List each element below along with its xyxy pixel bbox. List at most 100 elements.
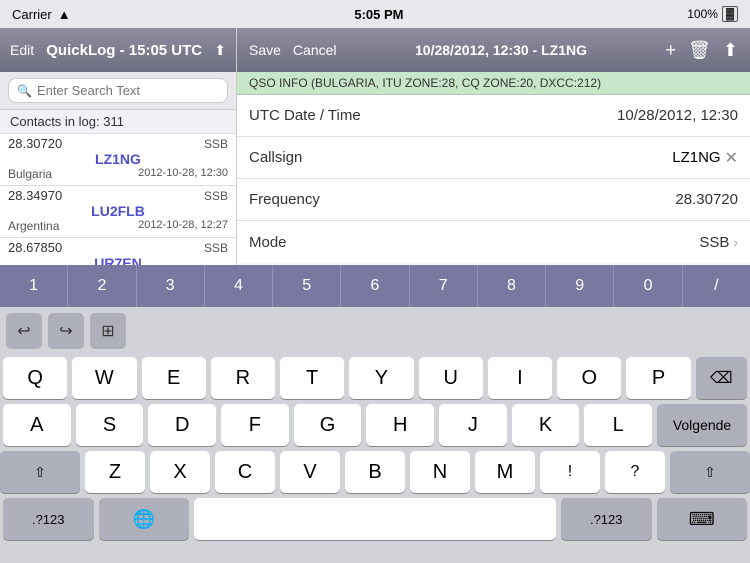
right-nav-title: 10/28/2012, 12:30 - LZ1NG (415, 42, 587, 58)
key-t[interactable]: T (280, 357, 344, 399)
number-bar: 1 2 3 4 5 6 7 8 9 0 / (0, 265, 750, 307)
key-g[interactable]: G (294, 404, 362, 446)
contact-mode-0: SSB (204, 137, 228, 151)
edit-button[interactable]: Edit (10, 42, 34, 58)
contact-item-2[interactable]: 28.67850 SSB UR7EN Ukraine 2012-10-28, 1… (0, 238, 236, 265)
cancel-button[interactable]: Cancel (293, 42, 337, 58)
keyboard-area: ↩ ↪ ⊞ Q W E R T Y U I O P ⌫ A S D F G H … (0, 307, 750, 549)
key-h[interactable]: H (366, 404, 434, 446)
num-key-1[interactable]: 1 (0, 265, 68, 307)
num-key-5[interactable]: 5 (273, 265, 341, 307)
left-nav-bar: Edit QuickLog - 15:05 UTC ⬆ (0, 28, 236, 72)
backspace-key[interactable]: ⌫ (696, 357, 747, 399)
num-key-2[interactable]: 2 (68, 265, 136, 307)
form-row-callsign[interactable]: Callsign LZ1NG ✕ (237, 137, 750, 179)
search-input[interactable] (37, 83, 219, 98)
num-key-slash[interactable]: / (683, 265, 750, 307)
callsign-clear-button[interactable]: ✕ (725, 148, 738, 168)
callsign-label: Callsign (249, 149, 409, 166)
key-question[interactable]: ? (605, 451, 665, 493)
keyboard-hide-key[interactable]: ⌨ (657, 498, 748, 540)
contact-mode-2: SSB (204, 241, 228, 255)
key-s[interactable]: S (76, 404, 144, 446)
num-key-7[interactable]: 7 (410, 265, 478, 307)
key-r[interactable]: R (211, 357, 275, 399)
contact-callsign-1: LU2FLB (8, 203, 228, 219)
share-button[interactable]: ⬆ (214, 42, 226, 59)
search-input-wrap: 🔍 (8, 78, 228, 103)
form-table: UTC Date / Time 10/28/2012, 12:30 Callsi… (237, 95, 750, 263)
key-o[interactable]: O (557, 357, 621, 399)
save-button[interactable]: Save (249, 42, 281, 58)
num-key-8[interactable]: 8 (478, 265, 546, 307)
contacts-header: Contacts in log: 311 (0, 110, 236, 134)
key-x[interactable]: X (150, 451, 210, 493)
key-d[interactable]: D (148, 404, 216, 446)
add-icon[interactable]: + (666, 40, 677, 61)
key-l[interactable]: L (584, 404, 652, 446)
nav-actions: Save Cancel (249, 42, 337, 58)
carrier-text: Carrier (12, 7, 52, 22)
undo-button[interactable]: ↩ (6, 313, 42, 349)
shift-left-key[interactable]: ⇧ (0, 451, 80, 493)
key-y[interactable]: Y (349, 357, 413, 399)
keyboard-row-4: .?123 🌐 .?123 ⌨ (3, 498, 747, 540)
contact-freq-1: 28.34970 (8, 188, 62, 203)
num-key-4[interactable]: 4 (205, 265, 273, 307)
clipboard-button[interactable]: ⊞ (90, 313, 126, 349)
key-m[interactable]: M (475, 451, 535, 493)
num-key-0[interactable]: 0 (614, 265, 682, 307)
left-panel: Edit QuickLog - 15:05 UTC ⬆ 🔍 Contacts i… (0, 28, 237, 265)
contact-item-0[interactable]: 28.30720 SSB LZ1NG Bulgaria 2012-10-28, … (0, 134, 236, 186)
key-v[interactable]: V (280, 451, 340, 493)
status-right: 100% ▓ (687, 6, 738, 22)
key-e[interactable]: E (142, 357, 206, 399)
trash-icon[interactable]: 🗑 (688, 40, 711, 61)
right-panel: Save Cancel 10/28/2012, 12:30 - LZ1NG + … (237, 28, 750, 265)
key-f[interactable]: F (221, 404, 289, 446)
keyboard-row-2: A S D F G H J K L Volgende (3, 404, 747, 446)
key-c[interactable]: C (215, 451, 275, 493)
contact-date-1: 2012-10-28, 12:27 (138, 219, 228, 233)
kb-toolbar: ↩ ↪ ⊞ (3, 311, 747, 351)
key-q[interactable]: Q (3, 357, 67, 399)
keyboard-row-3: ⇧ Z X C V B N M ! ? ⇧ (3, 451, 747, 493)
num-key-3[interactable]: 3 (137, 265, 205, 307)
contact-country-1: Argentina (8, 219, 59, 233)
num-key-6[interactable]: 6 (341, 265, 409, 307)
key-j[interactable]: J (439, 404, 507, 446)
form-row-datetime[interactable]: UTC Date / Time 10/28/2012, 12:30 (237, 95, 750, 137)
key-a[interactable]: A (3, 404, 71, 446)
volgende-key[interactable]: Volgende (657, 404, 747, 446)
status-bar: Carrier ▲ 5:05 PM 100% ▓ (0, 0, 750, 28)
num-key-9[interactable]: 9 (546, 265, 614, 307)
key-b[interactable]: B (345, 451, 405, 493)
datetime-label: UTC Date / Time (249, 107, 409, 124)
callsign-value: LZ1NG ✕ (409, 148, 738, 168)
space-key[interactable] (194, 498, 556, 540)
key-z[interactable]: Z (85, 451, 145, 493)
key-w[interactable]: W (72, 357, 136, 399)
key-i[interactable]: I (488, 357, 552, 399)
shift-right-key[interactable]: ⇧ (670, 451, 750, 493)
qso-info-header: QSO INFO (BULGARIA, ITU ZONE:28, CQ ZONE… (237, 72, 750, 95)
key-u[interactable]: U (419, 357, 483, 399)
form-row-mode[interactable]: Mode SSB › (237, 221, 750, 263)
key-p[interactable]: P (626, 357, 690, 399)
mode-value: SSB › (409, 234, 738, 251)
sym123-left-key[interactable]: .?123 (3, 498, 94, 540)
sym123-right-key[interactable]: .?123 (561, 498, 652, 540)
key-n[interactable]: N (410, 451, 470, 493)
contact-item-1[interactable]: 28.34970 SSB LU2FLB Argentina 2012-10-28… (0, 186, 236, 238)
redo-button[interactable]: ↪ (48, 313, 84, 349)
share-icon[interactable]: ⬆ (723, 40, 738, 61)
key-k[interactable]: K (512, 404, 580, 446)
key-exclaim[interactable]: ! (540, 451, 600, 493)
callsign-text: LZ1NG (672, 149, 720, 166)
globe-key[interactable]: 🌐 (99, 498, 190, 540)
battery-text: 100% (687, 7, 718, 21)
nav-icons: + 🗑 ⬆ (666, 40, 738, 61)
contact-mode-1: SSB (204, 189, 228, 203)
form-row-frequency[interactable]: Frequency 28.30720 (237, 179, 750, 221)
frequency-label: Frequency (249, 191, 409, 208)
